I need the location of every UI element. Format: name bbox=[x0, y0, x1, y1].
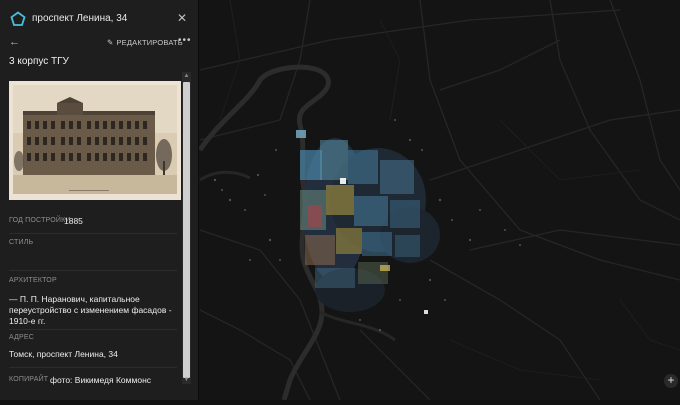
address-value: Томск, проспект Ленина, 34 bbox=[9, 349, 118, 359]
architect-label: АРХИТЕКТОР bbox=[9, 277, 57, 284]
divider bbox=[9, 270, 177, 271]
copyright-label: КОПИРАЙТ bbox=[9, 376, 49, 383]
building-name: 3 корпус ТГУ bbox=[9, 56, 69, 67]
more-horizontal-icon[interactable]: ••• bbox=[178, 35, 192, 46]
scroll-up-icon[interactable]: ▲ bbox=[182, 72, 191, 80]
pencil-icon: ✎ bbox=[107, 38, 114, 47]
edit-button[interactable]: ✎ РЕДАКТИРОВАТЬ bbox=[107, 38, 183, 47]
address-title: проспект Ленина, 34 bbox=[32, 13, 128, 24]
year-value: 1885 bbox=[64, 216, 83, 226]
arrow-left-icon[interactable]: ← bbox=[9, 36, 20, 48]
address-label: АДРЕС bbox=[9, 334, 35, 341]
divider bbox=[9, 233, 177, 234]
panel-scrollbar[interactable]: ▲ ▼ bbox=[182, 72, 191, 384]
panel-header: проспект Ленина, 34 ✕ bbox=[0, 0, 198, 38]
panel-toolbar: ← ✎ РЕДАКТИРОВАТЬ ••• bbox=[0, 35, 198, 52]
year-label: ГОД ПОСТРОЙКИ bbox=[9, 217, 71, 224]
style-label: СТИЛЬ bbox=[9, 239, 34, 246]
pentagon-logo-icon bbox=[10, 11, 26, 26]
plus-icon[interactable]: + bbox=[664, 374, 678, 388]
copyright-value: фото: Викимедя Коммонс bbox=[50, 375, 152, 385]
building-photo[interactable] bbox=[9, 81, 181, 200]
scrollbar-thumb[interactable] bbox=[183, 82, 190, 378]
close-icon[interactable]: ✕ bbox=[175, 11, 189, 25]
edit-label: РЕДАКТИРОВАТЬ bbox=[116, 38, 183, 47]
scroll-down-icon[interactable]: ▼ bbox=[182, 376, 191, 384]
divider bbox=[9, 367, 177, 368]
divider bbox=[9, 329, 177, 330]
building-info-panel: проспект Ленина, 34 ✕ ← ✎ РЕДАКТИРОВАТЬ •… bbox=[0, 0, 199, 400]
architect-value: — П. П. Наранович, капитальное переустро… bbox=[9, 294, 172, 326]
